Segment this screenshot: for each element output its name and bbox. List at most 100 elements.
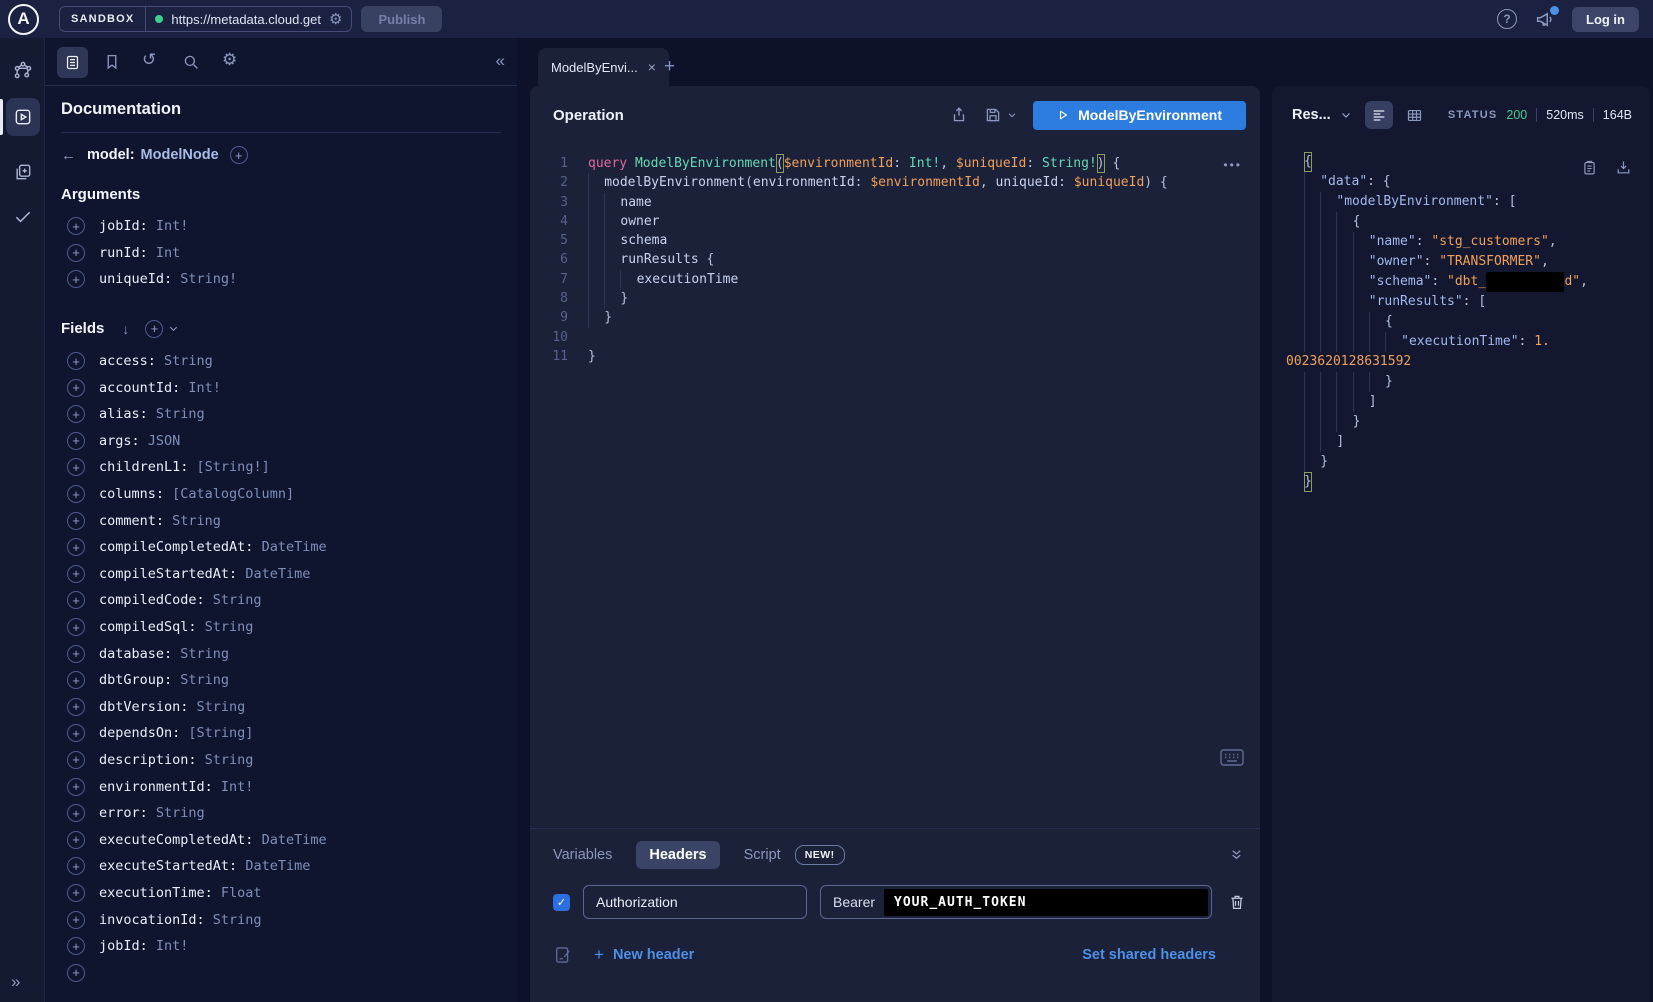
field-row[interactable]: +accountId: Int! [61, 374, 501, 401]
documentation-tab-icon[interactable] [57, 47, 88, 78]
announcements-button[interactable] [1535, 9, 1556, 30]
request-tab-variables[interactable]: Variables [553, 847, 612, 863]
run-operation-button[interactable]: ModelByEnvironment [1033, 101, 1246, 130]
checks-icon[interactable] [13, 206, 33, 226]
operation-tab[interactable]: ModelByEnvi... × [538, 48, 669, 86]
header-key-input[interactable] [583, 885, 807, 919]
close-tab-icon[interactable]: × [648, 59, 656, 75]
format-table-toggle-icon[interactable] [1406, 107, 1423, 124]
chevron-down-icon[interactable] [168, 323, 179, 334]
operation-collections-icon[interactable] [13, 162, 33, 182]
editor-options-icon[interactable]: ••• [1223, 158, 1242, 172]
preflight-script-icon[interactable] [553, 945, 573, 965]
add-field-icon[interactable]: + [67, 379, 85, 397]
save-operation-control[interactable] [984, 106, 1017, 124]
saved-operations-bookmark-icon[interactable] [103, 53, 121, 71]
settings-gear-icon[interactable]: ⚙ [222, 50, 237, 70]
field-row[interactable]: +executionTime: Float [61, 880, 501, 907]
add-field-icon[interactable]: + [67, 937, 85, 955]
help-icon[interactable]: ? [1497, 9, 1517, 29]
add-field-icon[interactable]: + [67, 591, 85, 609]
expand-rail-icon[interactable]: » [11, 972, 20, 992]
field-row[interactable]: +environmentId: Int! [61, 773, 501, 800]
field-row[interactable]: +executeCompletedAt: DateTime [61, 826, 501, 853]
download-response-icon[interactable] [1615, 159, 1632, 176]
add-field-icon[interactable]: + [67, 778, 85, 796]
field-row[interactable]: +runId: Int [61, 240, 501, 267]
add-field-icon[interactable]: + [67, 724, 85, 742]
share-operation-icon[interactable] [950, 106, 968, 124]
login-button[interactable]: Log in [1572, 7, 1639, 32]
field-row[interactable]: +uniqueId: String! [61, 266, 501, 293]
field-row[interactable]: +executeStartedAt: DateTime [61, 853, 501, 880]
add-field-icon[interactable]: + [67, 485, 85, 503]
add-field-icon[interactable]: + [67, 645, 85, 663]
add-field-icon[interactable]: + [67, 804, 85, 822]
new-header-button[interactable]: + New header [594, 945, 694, 965]
keyboard-shortcuts-icon[interactable] [1220, 749, 1244, 766]
apollo-logo[interactable]: A [8, 4, 39, 35]
delete-header-icon[interactable] [1228, 893, 1246, 911]
request-tab-script[interactable]: Script [744, 847, 781, 863]
endpoint-url-segment[interactable]: https://metadata.cloud.get ⚙ [146, 7, 351, 31]
field-row[interactable]: +jobId: Int! [61, 933, 501, 960]
schema-graph-icon[interactable] [13, 60, 33, 80]
graphql-editor[interactable]: 1query ModelByEnvironment($environmentId… [530, 144, 1260, 828]
add-field-icon[interactable]: + [67, 217, 85, 235]
search-icon[interactable] [182, 53, 200, 71]
field-row[interactable]: +columns: [CatalogColumn] [61, 481, 501, 508]
field-row[interactable]: +comment: String [61, 507, 501, 534]
add-field-icon[interactable]: + [67, 405, 85, 423]
add-field-icon[interactable]: + [67, 831, 85, 849]
add-field-icon[interactable]: + [67, 884, 85, 902]
back-arrow-icon[interactable]: ← [61, 147, 76, 164]
add-field-icon[interactable]: + [67, 698, 85, 716]
add-field-icon[interactable]: + [67, 911, 85, 929]
format-raw-toggle-icon[interactable] [1365, 101, 1393, 129]
publish-button[interactable]: Publish [361, 6, 442, 32]
collapse-panel-icon[interactable] [1229, 847, 1244, 862]
add-field-icon[interactable]: + [67, 751, 85, 769]
field-row[interactable]: +description: String [61, 747, 501, 774]
sort-fields-icon[interactable]: ↓ [122, 321, 129, 337]
add-type-icon[interactable]: + [230, 146, 248, 164]
field-row[interactable]: +childrenL1: [String!] [61, 454, 501, 481]
add-fields-icon[interactable]: + [145, 320, 163, 338]
endpoint-url-group[interactable]: SANDBOX https://metadata.cloud.get ⚙ [59, 6, 352, 32]
explorer-nav-icon[interactable] [6, 98, 40, 136]
add-field-icon[interactable]: + [67, 270, 85, 288]
field-row[interactable]: +compileCompletedAt: DateTime [61, 534, 501, 561]
response-dropdown-label[interactable]: Res... [1292, 107, 1331, 123]
set-shared-headers-link[interactable]: Set shared headers [1082, 947, 1216, 963]
field-row[interactable]: +error: String [61, 800, 501, 827]
field-row[interactable]: +database: String [61, 640, 501, 667]
add-field-icon[interactable]: + [67, 432, 85, 450]
endpoint-settings-gear-icon[interactable]: ⚙ [329, 12, 342, 27]
new-tab-button[interactable]: + [664, 56, 675, 78]
field-row[interactable]: +dbtVersion: String [61, 694, 501, 721]
field-row[interactable]: +access: String [61, 348, 501, 375]
save-menu-chevron-icon[interactable] [1007, 110, 1017, 120]
breadcrumb-type[interactable]: ModelNode [141, 147, 219, 163]
add-field-icon[interactable]: + [67, 857, 85, 875]
response-dropdown-chevron-icon[interactable] [1340, 109, 1352, 121]
collapse-docs-icon[interactable]: « [496, 51, 505, 71]
history-icon[interactable]: ↺ [142, 50, 156, 70]
field-row[interactable]: +args: JSON [61, 428, 501, 455]
add-field-icon[interactable]: + [67, 244, 85, 262]
field-row[interactable]: +compileStartedAt: DateTime [61, 561, 501, 588]
add-field-icon[interactable]: + [67, 964, 85, 982]
add-field-icon[interactable]: + [67, 618, 85, 636]
field-row[interactable]: +dependsOn: [String] [61, 720, 501, 747]
field-row[interactable]: +compiledCode: String [61, 587, 501, 614]
copy-response-icon[interactable] [1581, 159, 1598, 176]
field-row[interactable]: +invocationId: String [61, 906, 501, 933]
field-row[interactable]: +compiledSql: String [61, 614, 501, 641]
add-field-icon[interactable]: + [67, 458, 85, 476]
add-field-icon[interactable]: + [67, 671, 85, 689]
add-field-icon[interactable]: + [67, 352, 85, 370]
endpoint-url-input[interactable]: https://metadata.cloud.get [171, 12, 321, 27]
header-enabled-checkbox[interactable]: ✓ [553, 894, 570, 911]
field-row[interactable]: +dbtGroup: String [61, 667, 501, 694]
header-value-field[interactable]: Bearer YOUR_AUTH_TOKEN [820, 885, 1212, 919]
